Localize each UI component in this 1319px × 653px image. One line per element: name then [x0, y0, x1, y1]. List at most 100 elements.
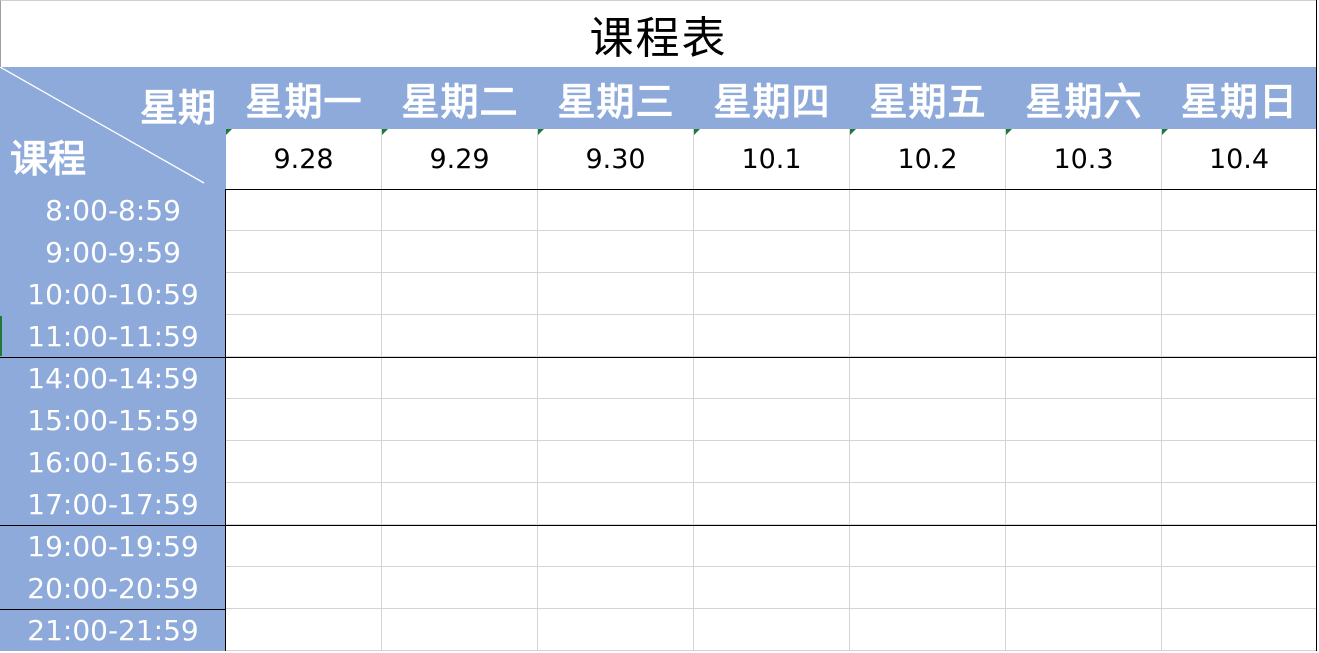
- schedule-cell[interactable]: [850, 483, 1006, 525]
- corner-header-cell[interactable]: 星期 课程: [0, 67, 226, 189]
- schedule-cell[interactable]: [226, 273, 382, 315]
- schedule-cell[interactable]: [382, 273, 538, 315]
- schedule-cell[interactable]: [382, 567, 538, 609]
- schedule-cell[interactable]: [694, 357, 850, 399]
- schedule-cell[interactable]: [538, 399, 694, 441]
- time-slot-cell[interactable]: 8:00-8:59: [0, 189, 226, 231]
- schedule-cell[interactable]: [1006, 315, 1162, 357]
- schedule-cell[interactable]: [1162, 525, 1317, 567]
- schedule-cell[interactable]: [694, 189, 850, 231]
- schedule-cell[interactable]: [382, 231, 538, 273]
- schedule-cell[interactable]: [1162, 399, 1317, 441]
- schedule-cell[interactable]: [1162, 357, 1317, 399]
- schedule-cell[interactable]: [850, 441, 1006, 483]
- schedule-cell[interactable]: [694, 399, 850, 441]
- schedule-cell[interactable]: [1162, 231, 1317, 273]
- date-cell[interactable]: 10.3: [1006, 129, 1162, 189]
- schedule-cell[interactable]: [382, 189, 538, 231]
- schedule-cell[interactable]: [1162, 483, 1317, 525]
- schedule-cell[interactable]: [694, 609, 850, 651]
- schedule-cell[interactable]: [1006, 231, 1162, 273]
- schedule-cell[interactable]: [226, 441, 382, 483]
- time-slot-cell[interactable]: 9:00-9:59: [0, 231, 226, 273]
- schedule-cell[interactable]: [850, 315, 1006, 357]
- schedule-cell[interactable]: [850, 189, 1006, 231]
- schedule-cell[interactable]: [382, 483, 538, 525]
- schedule-cell[interactable]: [1162, 189, 1317, 231]
- date-cell[interactable]: 9.29: [382, 129, 538, 189]
- schedule-cell[interactable]: [538, 567, 694, 609]
- schedule-cell[interactable]: [850, 357, 1006, 399]
- date-cell[interactable]: 10.1: [694, 129, 850, 189]
- schedule-cell[interactable]: [694, 525, 850, 567]
- schedule-cell[interactable]: [1162, 315, 1317, 357]
- schedule-cell[interactable]: [538, 609, 694, 651]
- schedule-cell[interactable]: [226, 189, 382, 231]
- date-cell[interactable]: 10.4: [1162, 129, 1317, 189]
- schedule-cell[interactable]: [694, 315, 850, 357]
- date-cell[interactable]: 9.28: [226, 129, 382, 189]
- schedule-cell[interactable]: [850, 525, 1006, 567]
- schedule-cell[interactable]: [1162, 609, 1317, 651]
- schedule-cell[interactable]: [1006, 399, 1162, 441]
- day-header-cell[interactable]: 星期三: [538, 67, 694, 129]
- time-slot-cell[interactable]: 16:00-16:59: [0, 441, 226, 483]
- time-slot-cell[interactable]: 11:00-11:59: [0, 315, 226, 357]
- schedule-cell[interactable]: [382, 357, 538, 399]
- schedule-cell[interactable]: [850, 273, 1006, 315]
- schedule-cell[interactable]: [382, 315, 538, 357]
- day-header-cell[interactable]: 星期二: [382, 67, 538, 129]
- schedule-cell[interactable]: [538, 483, 694, 525]
- schedule-cell[interactable]: [226, 567, 382, 609]
- schedule-cell[interactable]: [1006, 609, 1162, 651]
- time-slot-cell[interactable]: 14:00-14:59: [0, 357, 226, 399]
- schedule-cell[interactable]: [694, 231, 850, 273]
- schedule-cell[interactable]: [694, 567, 850, 609]
- schedule-cell[interactable]: [226, 525, 382, 567]
- schedule-cell[interactable]: [382, 399, 538, 441]
- schedule-cell[interactable]: [226, 483, 382, 525]
- schedule-cell[interactable]: [382, 525, 538, 567]
- day-header-cell[interactable]: 星期日: [1162, 67, 1317, 129]
- schedule-cell[interactable]: [694, 483, 850, 525]
- schedule-cell[interactable]: [694, 273, 850, 315]
- time-slot-cell[interactable]: 10:00-10:59: [0, 273, 226, 315]
- schedule-cell[interactable]: [226, 609, 382, 651]
- time-slot-cell[interactable]: 15:00-15:59: [0, 399, 226, 441]
- schedule-cell[interactable]: [226, 231, 382, 273]
- day-header-cell[interactable]: 星期五: [850, 67, 1006, 129]
- schedule-cell[interactable]: [538, 315, 694, 357]
- schedule-cell[interactable]: [1006, 525, 1162, 567]
- schedule-cell[interactable]: [1162, 441, 1317, 483]
- schedule-cell[interactable]: [1006, 483, 1162, 525]
- schedule-cell[interactable]: [226, 315, 382, 357]
- schedule-cell[interactable]: [538, 189, 694, 231]
- time-slot-cell[interactable]: 20:00-20:59: [0, 567, 226, 609]
- schedule-cell[interactable]: [694, 441, 850, 483]
- schedule-cell[interactable]: [1006, 357, 1162, 399]
- schedule-cell[interactable]: [538, 525, 694, 567]
- schedule-cell[interactable]: [538, 231, 694, 273]
- time-slot-cell[interactable]: 19:00-19:59: [0, 525, 226, 567]
- schedule-cell[interactable]: [1006, 441, 1162, 483]
- schedule-cell[interactable]: [850, 609, 1006, 651]
- schedule-cell[interactable]: [226, 357, 382, 399]
- schedule-cell[interactable]: [538, 441, 694, 483]
- time-slot-cell[interactable]: 21:00-21:59: [0, 609, 226, 651]
- schedule-cell[interactable]: [1162, 567, 1317, 609]
- date-cell[interactable]: 10.2: [850, 129, 1006, 189]
- schedule-cell[interactable]: [850, 399, 1006, 441]
- schedule-cell[interactable]: [538, 357, 694, 399]
- day-header-cell[interactable]: 星期一: [226, 67, 382, 129]
- schedule-cell[interactable]: [850, 231, 1006, 273]
- schedule-cell[interactable]: [226, 399, 382, 441]
- schedule-cell[interactable]: [382, 609, 538, 651]
- schedule-cell[interactable]: [1006, 567, 1162, 609]
- time-slot-cell[interactable]: 17:00-17:59: [0, 483, 226, 525]
- schedule-cell[interactable]: [1162, 273, 1317, 315]
- schedule-cell[interactable]: [382, 441, 538, 483]
- day-header-cell[interactable]: 星期六: [1006, 67, 1162, 129]
- schedule-cell[interactable]: [850, 567, 1006, 609]
- title-cell[interactable]: 课程表: [0, 0, 1317, 67]
- schedule-cell[interactable]: [1006, 273, 1162, 315]
